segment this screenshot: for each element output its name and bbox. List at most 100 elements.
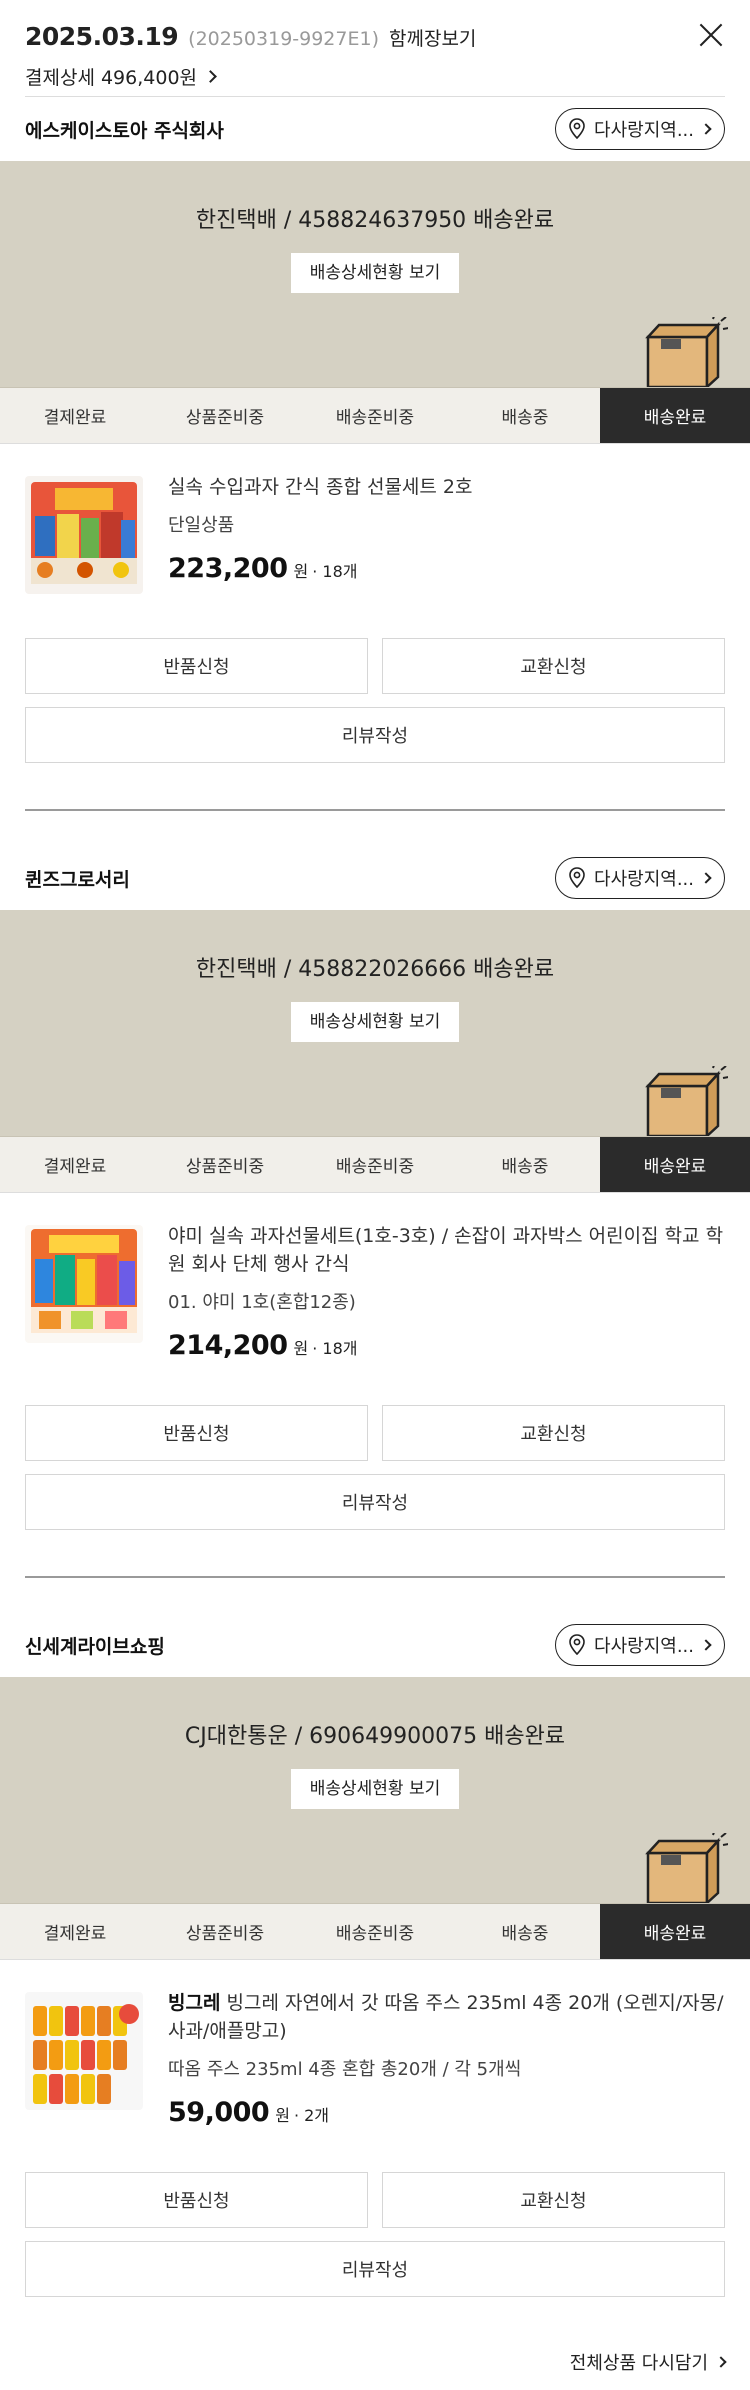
address-label: 다사랑지역... <box>594 120 694 141</box>
step-3: 배송준비중 <box>335 1924 415 1944</box>
step-1: 결제완료 <box>43 1924 107 1944</box>
chevron-right-icon <box>700 1639 712 1651</box>
step-4: 배송중 <box>501 1157 549 1177</box>
delivery-steps: 결제완료 상품준비중 배송준비중 배송중 배송완료 <box>0 387 750 444</box>
product-name-text: 야미 실속 과자선물세트(1호-3호) / 손잡이 과자박스 어린이집 학교 학… <box>168 1225 724 1275</box>
price-line: 59,000 원 · 2개 <box>168 2097 725 2128</box>
product-actions: 반품신청 교환신청 리뷰작성 <box>0 594 750 763</box>
seller-section: 에스케이스토아 주식회사 다사랑지역... 한진택배 / 45882463795… <box>0 97 750 763</box>
delivery-box-icon <box>645 1833 728 1903</box>
product-option: 01. 야미 1호(혼합12종) <box>168 1292 356 1313</box>
tracking-info: 한진택배 / 458824637950 배송완료 <box>195 208 555 233</box>
seller-header: 퀸즈그로서리 다사랑지역... <box>0 846 750 910</box>
location-pin-icon <box>569 867 585 889</box>
write-review-button[interactable]: 리뷰작성 <box>25 1474 725 1530</box>
step-5: 배송완료 <box>600 1137 750 1192</box>
tracking-info: 한진택배 / 458822026666 배송완료 <box>195 957 555 982</box>
step-2: 상품준비중 <box>185 1924 265 1944</box>
product-thumbnail[interactable] <box>25 1225 143 1343</box>
delivery-detail-button[interactable]: 배송상세현황 보기 <box>290 1002 460 1042</box>
tracking-panel: CJ대한통운 / 690649900075 배송완료 배송상세현황 보기 <box>0 1677 750 1903</box>
step-1: 결제완료 <box>43 408 107 428</box>
currency-unit: 원 <box>293 1339 309 1358</box>
step-4: 배송중 <box>501 408 549 428</box>
chevron-right-icon <box>204 70 217 83</box>
reorder-all-link[interactable]: 전체상품 다시담기 <box>569 2349 727 2375</box>
return-request-button[interactable]: 반품신청 <box>25 638 368 694</box>
close-icon[interactable] <box>698 22 724 48</box>
product-name[interactable]: 야미 실속 과자선물세트(1호-3호) / 손잡이 과자박스 어린이집 학교 학… <box>168 1222 725 1278</box>
delivery-box-icon <box>645 317 728 387</box>
product-quantity: · 18개 <box>312 1339 358 1358</box>
product-name[interactable]: 빙그레 빙그레 자연에서 갓 따옴 주스 235ml 4종 20개 (오렌지/자… <box>168 1989 725 2045</box>
step-3: 배송준비중 <box>335 408 415 428</box>
reorder-all-label: 전체상품 다시담기 <box>569 2353 708 2374</box>
currency-unit: 원 <box>293 562 309 581</box>
action-row: 반품신청 교환신청 <box>25 1405 725 1461</box>
seller-section: 신세계라이브쇼핑 다사랑지역... CJ대한통운 / 690649900075 … <box>0 1613 750 2297</box>
return-request-button[interactable]: 반품신청 <box>25 2172 368 2228</box>
tracking-info: CJ대한통운 / 690649900075 배송완료 <box>184 1724 566 1749</box>
address-label: 다사랑지역... <box>594 869 694 890</box>
address-label: 다사랑지역... <box>594 1636 694 1657</box>
currency-unit: 원 <box>275 2106 290 2125</box>
seller-name: 퀸즈그로서리 <box>25 868 130 891</box>
product-option: 단일상품 <box>168 515 235 536</box>
delivery-steps: 결제완료 상품준비중 배송준비중 배송중 배송완료 <box>0 1903 750 1960</box>
delivery-detail-button[interactable]: 배송상세현황 보기 <box>290 253 460 293</box>
product-item[interactable]: 실속 수입과자 간식 종합 선물세트 2호 단일상품 223,200 원 · 1… <box>0 444 750 594</box>
seller-list: 에스케이스토아 주식회사 다사랑지역... 한진택배 / 45882463795… <box>0 97 750 2297</box>
return-request-button[interactable]: 반품신청 <box>25 1405 368 1461</box>
product-info: 빙그레 빙그레 자연에서 갓 따옴 주스 235ml 4종 20개 (오렌지/자… <box>168 1992 725 2128</box>
step-5: 배송완료 <box>600 388 750 443</box>
step-1: 결제완료 <box>43 1157 107 1177</box>
seller-section: 퀸즈그로서리 다사랑지역... 한진택배 / 458822026666 배송완료… <box>0 846 750 1530</box>
seller-name: 신세계라이브쇼핑 <box>25 1635 165 1658</box>
together-view-link[interactable]: 함께장보기 <box>389 24 476 51</box>
product-name-text: 빙그레 자연에서 갓 따옴 주스 235ml 4종 20개 (오렌지/자몽/사과… <box>168 1992 724 2042</box>
delivery-steps: 결제완료 상품준비중 배송준비중 배송중 배송완료 <box>0 1136 750 1193</box>
price-line: 214,200 원 · 18개 <box>168 1330 725 1361</box>
payment-detail-link[interactable]: 결제상세 496,400원 <box>25 63 725 90</box>
price-line: 223,200 원 · 18개 <box>168 553 725 584</box>
product-item[interactable]: 빙그레 빙그레 자연에서 갓 따옴 주스 235ml 4종 20개 (오렌지/자… <box>0 1960 750 2128</box>
product-thumbnail[interactable] <box>25 1992 143 2110</box>
address-button[interactable]: 다사랑지역... <box>555 1624 725 1666</box>
step-5: 배송완료 <box>600 1904 750 1959</box>
step-2: 상품준비중 <box>185 1157 265 1177</box>
address-button[interactable]: 다사랑지역... <box>555 857 725 899</box>
exchange-request-button[interactable]: 교환신청 <box>382 1405 725 1461</box>
exchange-request-button[interactable]: 교환신청 <box>382 638 725 694</box>
chevron-right-icon <box>715 2356 727 2368</box>
tracking-panel: 한진택배 / 458824637950 배송완료 배송상세현황 보기 <box>0 161 750 387</box>
delivery-detail-button[interactable]: 배송상세현황 보기 <box>290 1769 460 1809</box>
product-name[interactable]: 실속 수입과자 간식 종합 선물세트 2호 <box>168 473 725 501</box>
order-number: (20250319-9927E1) <box>188 28 379 50</box>
action-row: 반품신청 교환신청 <box>25 638 725 694</box>
seller-header: 신세계라이브쇼핑 다사랑지역... <box>0 1613 750 1677</box>
action-row: 반품신청 교환신청 <box>25 2172 725 2228</box>
product-thumbnail[interactable] <box>25 476 143 594</box>
write-review-button[interactable]: 리뷰작성 <box>25 2241 725 2297</box>
product-actions: 반품신청 교환신청 리뷰작성 <box>0 1361 750 1530</box>
product-quantity: · 18개 <box>312 562 358 581</box>
step-2: 상품준비중 <box>185 408 265 428</box>
product-name-text: 실속 수입과자 간식 종합 선물세트 2호 <box>168 476 473 498</box>
seller-name: 에스케이스토아 주식회사 <box>25 119 224 142</box>
seller-header: 에스케이스토아 주식회사 다사랑지역... <box>0 97 750 161</box>
product-price: 223,200 <box>168 553 288 584</box>
product-item[interactable]: 야미 실속 과자선물세트(1호-3호) / 손잡이 과자박스 어린이집 학교 학… <box>0 1193 750 1361</box>
step-3: 배송준비중 <box>335 1157 415 1177</box>
exchange-request-button[interactable]: 교환신청 <box>382 2172 725 2228</box>
address-button[interactable]: 다사랑지역... <box>555 108 725 150</box>
product-info: 실속 수입과자 간식 종합 선물세트 2호 단일상품 223,200 원 · 1… <box>168 476 725 594</box>
write-review-button[interactable]: 리뷰작성 <box>25 707 725 763</box>
order-date: 2025.03.19 <box>25 22 179 51</box>
product-price: 214,200 <box>168 1330 288 1361</box>
payment-detail-label: 결제상세 496,400원 <box>25 67 198 89</box>
product-option: 따옴 주스 235ml 4종 혼합 총20개 / 각 5개씩 <box>168 2059 522 2080</box>
delivery-box-icon <box>645 1066 728 1136</box>
product-brand: 빙그레 <box>168 1992 221 2014</box>
